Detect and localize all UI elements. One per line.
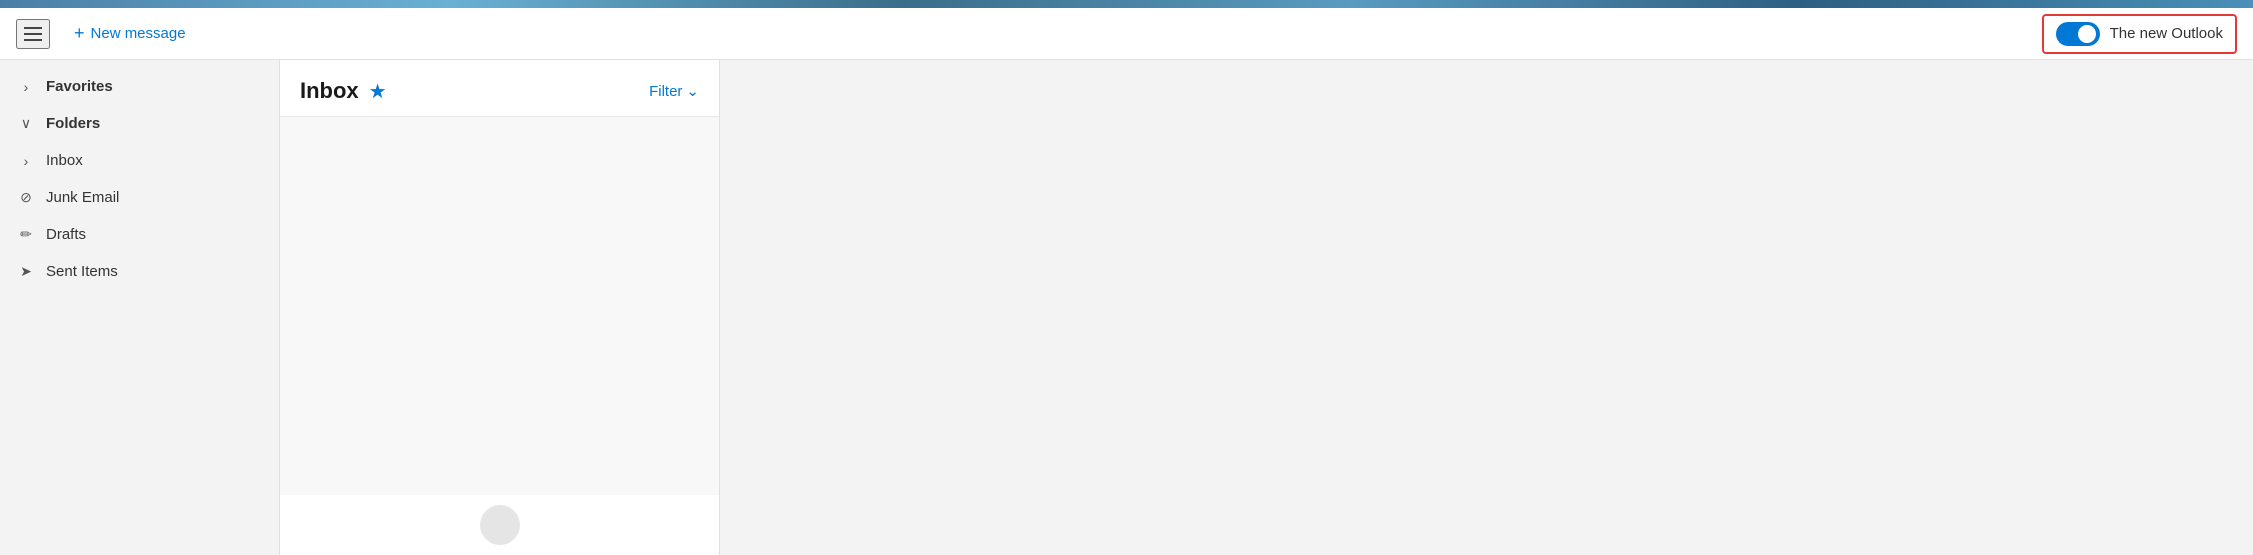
hamburger-line (24, 33, 42, 35)
email-list-footer (280, 495, 719, 555)
sidebar-item-favorites[interactable]: › Favorites (0, 68, 279, 105)
junk-icon: ⊘ (16, 189, 36, 206)
sidebar-item-drafts[interactable]: ✏ Drafts (0, 216, 279, 253)
chevron-right-icon: › (16, 79, 36, 95)
sidebar: › Favorites ∨ Folders › Inbox ⊘ Junk Ema… (0, 60, 280, 555)
sidebar-item-label: Drafts (46, 226, 86, 243)
toolbar-right: The new Outlook (2042, 14, 2237, 54)
sidebar-item-label: Sent Items (46, 263, 118, 280)
sidebar-item-label: Favorites (46, 78, 113, 95)
sidebar-item-junk-email[interactable]: ⊘ Junk Email (0, 179, 279, 216)
email-list-panel: Inbox ★ Filter ⌄ (280, 60, 720, 555)
sidebar-item-inbox[interactable]: › Inbox (0, 142, 279, 179)
toggle-track (2056, 22, 2100, 46)
filter-button[interactable]: Filter ⌄ (649, 82, 699, 100)
reading-pane (720, 60, 2253, 555)
top-image-strip (0, 0, 2253, 8)
hamburger-line (24, 27, 42, 29)
sidebar-item-label: Folders (46, 115, 100, 132)
new-message-button[interactable]: + New message (66, 17, 194, 50)
avatar (480, 505, 520, 545)
plus-icon: + (74, 23, 85, 44)
toolbar-left: + New message (16, 17, 194, 50)
chevron-down-icon: ∨ (16, 115, 36, 132)
filter-label: Filter (649, 83, 682, 100)
sidebar-item-label: Junk Email (46, 189, 119, 206)
pencil-icon: ✏ (16, 226, 36, 243)
new-message-label: New message (91, 25, 186, 42)
sidebar-item-folders[interactable]: ∨ Folders (0, 105, 279, 142)
sent-icon: ➤ (16, 263, 36, 280)
email-list-body (280, 117, 719, 495)
filter-chevron-icon: ⌄ (686, 82, 699, 100)
toolbar: + New message The new Outlook (0, 8, 2253, 60)
star-icon[interactable]: ★ (369, 79, 387, 104)
email-list-header: Inbox ★ Filter ⌄ (280, 60, 719, 117)
chevron-right-icon: › (16, 153, 36, 169)
new-outlook-toggle[interactable] (2056, 22, 2100, 46)
sidebar-item-label: Inbox (46, 152, 83, 169)
main-content: › Favorites ∨ Folders › Inbox ⊘ Junk Ema… (0, 60, 2253, 555)
hamburger-menu-button[interactable] (16, 19, 50, 49)
inbox-title-area: Inbox ★ (300, 78, 387, 104)
inbox-title: Inbox (300, 78, 359, 104)
new-outlook-toggle-container: The new Outlook (2042, 14, 2237, 54)
new-outlook-label: The new Outlook (2110, 25, 2223, 42)
toggle-thumb (2078, 25, 2096, 43)
hamburger-line (24, 39, 42, 41)
sidebar-item-sent-items[interactable]: ➤ Sent Items (0, 253, 279, 290)
